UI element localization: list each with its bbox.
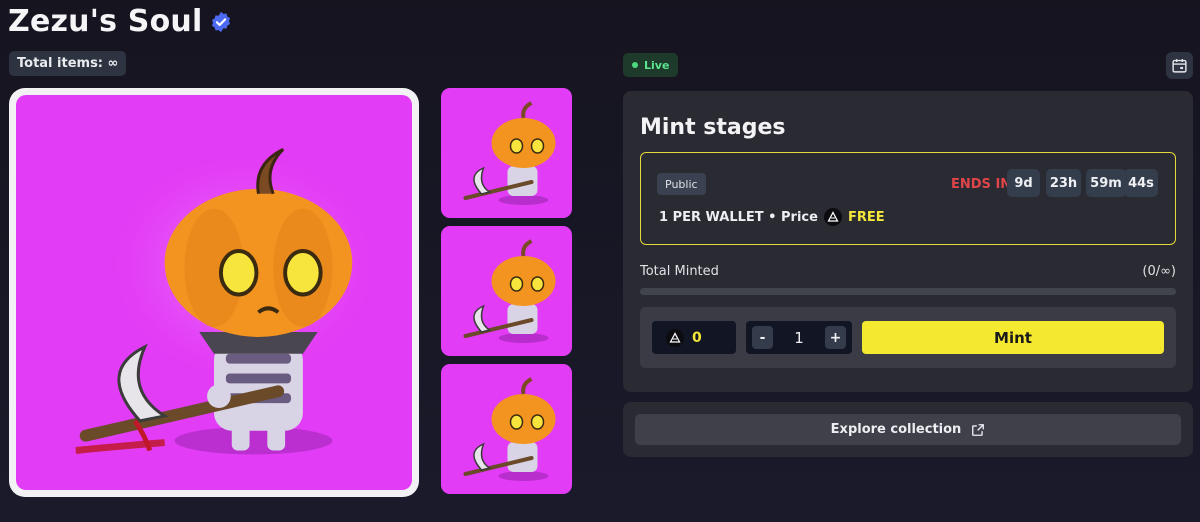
mint-stages-panel: Mint stages Public ENDS IN 9d 23h 59m 44… [623,91,1193,392]
mint-progress-bar [640,288,1176,295]
apecoin-icon [666,328,684,347]
collection-header: Zezu's Soul [8,4,232,39]
total-minted-count: (0/∞) [1142,264,1176,279]
live-status-label: Live [644,58,670,72]
countdown-seconds: 44s [1124,169,1158,197]
stage-tag: Public [657,173,706,195]
public-stage-card[interactable]: Public ENDS IN 9d 23h 59m 44s 1 PER WALL… [640,152,1176,245]
main-nft-image [9,88,419,497]
total-minted-label: Total Minted [640,264,719,279]
countdown-minutes: 59m [1086,169,1126,197]
live-status-badge: Live [623,53,679,77]
wallet-limit-text: 1 PER WALLET • Price [659,209,818,225]
thumbnail-2[interactable] [441,226,572,356]
quantity-value[interactable]: 1 [784,321,814,354]
countdown-days: 9d [1007,169,1040,197]
explore-panel: Explore collection [623,402,1193,457]
decrement-button[interactable]: - [752,326,773,349]
stage-price-info: 1 PER WALLET • Price FREE [659,208,885,226]
mint-cost: 0 [652,321,736,354]
countdown-hours: 23h [1046,169,1081,197]
verified-badge-icon [212,11,231,32]
calendar-icon [1172,59,1187,73]
thumbnail-3[interactable] [441,364,572,494]
apecoin-icon [823,208,842,226]
live-dot-icon [632,62,638,68]
ends-in-label: ENDS IN [951,177,1012,192]
quantity-stepper: - 1 + [746,321,852,354]
pumpkin-skeleton-thumbnail [463,377,556,481]
mint-cost-value: 0 [692,329,702,346]
collection-title: Zezu's Soul [8,4,203,39]
explore-collection-button[interactable]: Explore collection [635,414,1181,445]
mint-stages-title: Mint stages [640,115,786,140]
external-link-icon [972,423,985,436]
mint-button[interactable]: Mint [862,321,1164,354]
pumpkin-skeleton-thumbnail [463,101,556,205]
mint-controls: 0 - 1 + Mint [640,307,1176,368]
increment-button[interactable]: + [825,326,846,349]
total-items-badge: Total items: ∞ [9,51,127,76]
price-value: FREE [847,209,885,225]
thumbnail-1[interactable] [441,88,572,218]
pumpkin-skeleton-artwork [75,147,382,455]
pumpkin-skeleton-thumbnail [463,239,556,343]
calendar-button[interactable] [1166,52,1193,79]
explore-collection-label: Explore collection [830,422,962,437]
